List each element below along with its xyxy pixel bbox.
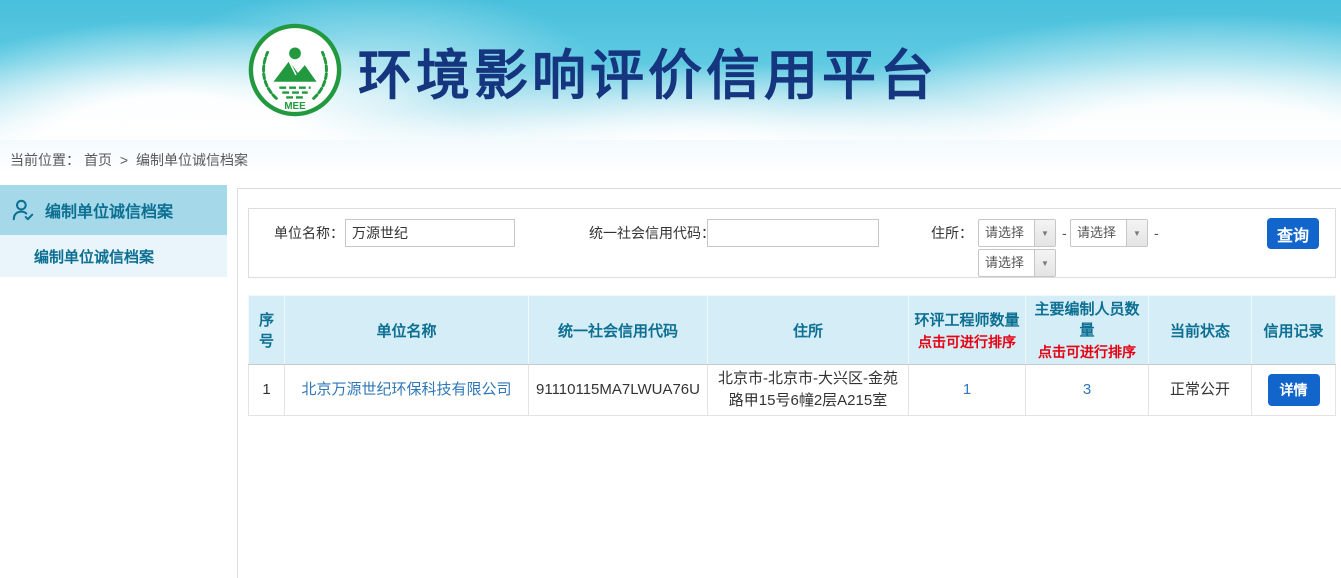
site-banner: MEE 环境影响评价信用平台 <box>0 0 1341 140</box>
sun-icon <box>289 47 301 59</box>
cell-credit-code: 91110115MA7LWUA76U <box>529 365 708 416</box>
header-unit-name: 单位名称 <box>285 296 529 365</box>
header-staff-count-label: 主要编制人员数量 <box>1034 301 1139 339</box>
mee-logo: MEE <box>246 21 344 119</box>
logo-text: MEE <box>284 101 306 112</box>
breadcrumb: 当前位置：首页 > 编制单位诚信档案 <box>0 140 1341 180</box>
user-check-icon <box>10 197 36 223</box>
province-select[interactable]: 请选择 ▼ <box>978 219 1056 247</box>
header-residence: 住所 <box>708 296 909 365</box>
header-engineer-count-label: 环评工程师数量 <box>914 312 1019 329</box>
credit-code-label: 统一社会信用代码： <box>589 219 715 247</box>
staff-count-link[interactable]: 3 <box>1083 381 1091 398</box>
sidebar-item-unit-credit-archive[interactable]: 编制单位诚信档案 <box>0 185 227 235</box>
sort-hint: 点击可进行排序 <box>1030 342 1144 362</box>
breadcrumb-home-link[interactable]: 首页 <box>84 152 112 168</box>
residence-label: 住所： <box>931 219 973 247</box>
search-form: 单位名称： 统一社会信用代码： 住所： 请选择 ▼ - 请选择 ▼ - 请选择 … <box>248 208 1336 278</box>
breadcrumb-current: 编制单位诚信档案 <box>136 152 248 168</box>
cell-residence: 北京市-北京市-大兴区-金苑路甲15号6幢2层A215室 <box>708 365 909 416</box>
query-button[interactable]: 查询 <box>1267 218 1319 249</box>
cell-status: 正常公开 <box>1149 365 1252 416</box>
page-title: 环境影响评价信用平台 <box>358 31 938 110</box>
header-staff-count-sort[interactable]: 主要编制人员数量 点击可进行排序 <box>1026 296 1149 365</box>
province-select-value: 请选择 <box>979 220 1034 246</box>
detail-button[interactable]: 详情 <box>1268 374 1320 406</box>
sidebar-subitem-unit-credit-archive[interactable]: 编制单位诚信档案 <box>0 235 227 277</box>
district-select-value: 请选择 <box>979 250 1034 276</box>
unit-name-link[interactable]: 北京万源世纪环保科技有限公司 <box>301 381 511 398</box>
sidebar: 编制单位诚信档案 编制单位诚信档案 <box>0 180 227 578</box>
table-row: 1 北京万源世纪环保科技有限公司 91110115MA7LWUA76U 北京市-… <box>249 365 1336 416</box>
unit-name-label: 单位名称： <box>274 219 344 247</box>
chevron-down-icon[interactable]: ▼ <box>1034 220 1055 246</box>
engineer-count-link[interactable]: 1 <box>963 381 971 398</box>
header-status: 当前状态 <box>1149 296 1252 365</box>
district-select[interactable]: 请选择 ▼ <box>978 249 1056 277</box>
sidebar-subitem-label: 编制单位诚信档案 <box>34 246 154 267</box>
header-engineer-count-sort[interactable]: 环评工程师数量 点击可进行排序 <box>909 296 1026 365</box>
sidebar-item-label: 编制单位诚信档案 <box>45 198 173 222</box>
cell-index: 1 <box>249 365 285 416</box>
header-index: 序号 <box>249 296 285 365</box>
city-select-value: 请选择 <box>1071 220 1126 246</box>
header-credit-code: 统一社会信用代码 <box>529 296 708 365</box>
breadcrumb-separator: > <box>120 152 128 168</box>
unit-name-input[interactable] <box>345 219 515 247</box>
credit-code-input[interactable] <box>707 219 879 247</box>
breadcrumb-prefix: 当前位置： <box>10 152 80 168</box>
header-credit-record: 信用记录 <box>1252 296 1336 365</box>
residence-separator: - <box>1154 219 1159 247</box>
residence-separator: - <box>1062 219 1067 247</box>
chevron-down-icon[interactable]: ▼ <box>1126 220 1147 246</box>
results-table: 序号 单位名称 统一社会信用代码 住所 环评工程师数量 点击可进行排序 主要编制… <box>248 295 1336 416</box>
main-panel: 单位名称： 统一社会信用代码： 住所： 请选择 ▼ - 请选择 ▼ - 请选择 … <box>237 188 1341 578</box>
chevron-down-icon[interactable]: ▼ <box>1034 250 1055 276</box>
sort-hint: 点击可进行排序 <box>913 332 1021 352</box>
city-select[interactable]: 请选择 ▼ <box>1070 219 1148 247</box>
table-header-row: 序号 单位名称 统一社会信用代码 住所 环评工程师数量 点击可进行排序 主要编制… <box>249 296 1336 365</box>
